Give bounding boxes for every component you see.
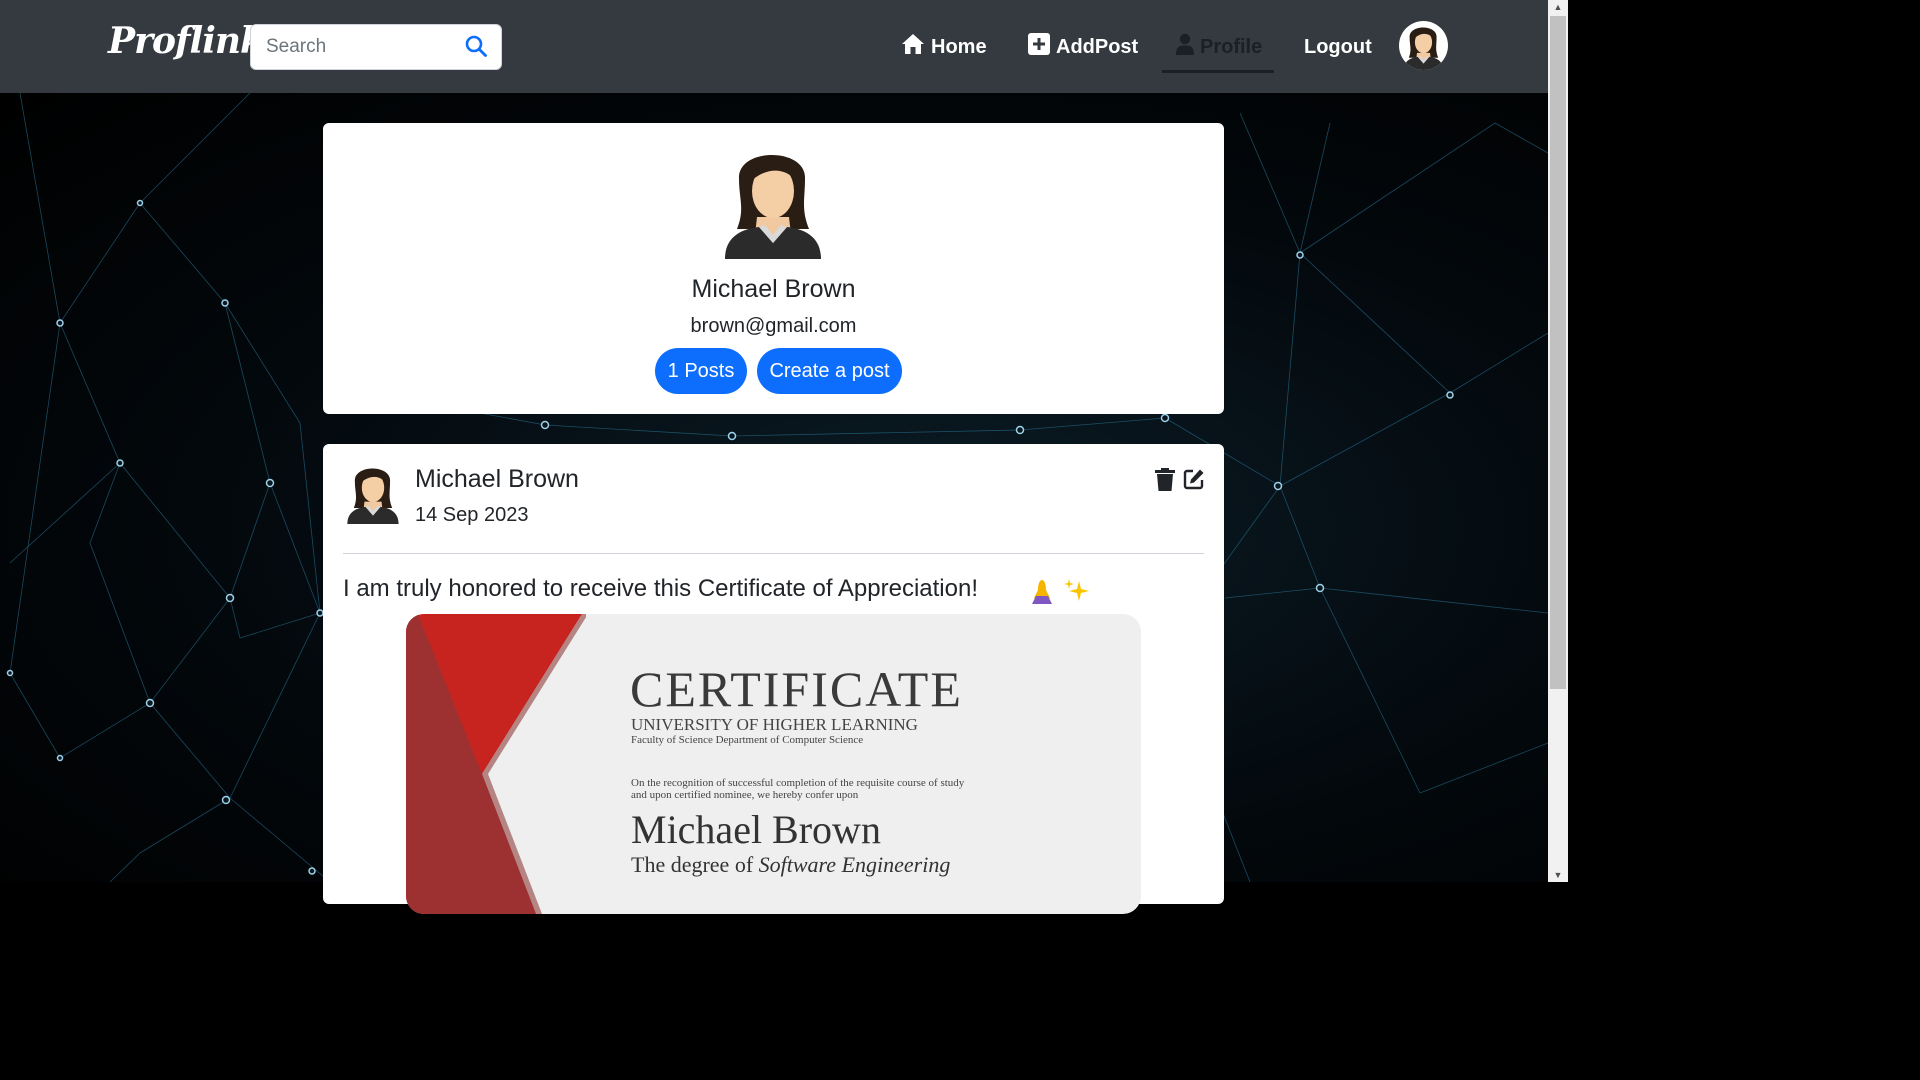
certificate-text-line-1: On the recognition of successful complet… [631, 777, 965, 789]
user-icon [1176, 33, 1194, 61]
certificate-university: UNIVERSITY OF HIGHER LEARNING [631, 715, 918, 734]
post-text: I am truly honored to receive this Certi… [343, 575, 978, 602]
profile-name: Michael Brown [691, 275, 856, 303]
certificate-text-line-2: and upon certified nominee, we hereby co… [631, 789, 859, 801]
search-icon[interactable] [464, 34, 490, 60]
search-input[interactable] [251, 25, 466, 69]
certificate-degree-prefix: The degree of [631, 852, 754, 877]
create-post-button[interactable]: Create a post [757, 348, 902, 394]
nav-logout-label: Logout [1304, 35, 1372, 58]
scroll-up-arrow-icon[interactable]: ▲ [1548, 0, 1568, 14]
nav-avatar[interactable] [1399, 21, 1448, 70]
trash-icon[interactable] [1155, 468, 1175, 496]
certificate-degree: The degree of Software Engineering [631, 852, 950, 878]
nav-add-post[interactable]: AddPost [1028, 30, 1138, 64]
scroll-down-arrow-icon[interactable]: ▼ [1548, 868, 1568, 882]
nav-add-post-label: AddPost [1056, 35, 1139, 58]
post-divider [343, 553, 1204, 554]
page-scrollbar[interactable]: ▲ ▼ [1548, 0, 1568, 882]
certificate-title: CERTIFICATE [630, 661, 963, 717]
post-author-name[interactable]: Michael Brown [415, 465, 579, 494]
scroll-thumb[interactable] [1550, 16, 1566, 689]
top-navbar: Proflink Home AddPost Profile Logout [0, 0, 1548, 93]
home-icon [901, 33, 925, 61]
post-certificate-image[interactable]: CERTIFICATE UNIVERSITY OF HIGHER LEARNIN… [406, 614, 1141, 914]
nav-logout[interactable]: Logout [1304, 30, 1372, 64]
nav-active-indicator [1162, 70, 1274, 73]
nav-profile-label: Profile [1200, 35, 1263, 58]
brand-logo[interactable]: Proflink [108, 20, 265, 62]
nav-home[interactable]: Home [901, 30, 987, 64]
sparkles-emoji-icon [1063, 577, 1091, 610]
certificate-faculty: Faculty of Science Department of Compute… [631, 734, 864, 746]
edit-icon[interactable] [1183, 468, 1205, 496]
plus-square-icon [1028, 33, 1050, 61]
praying-hands-emoji-icon [1030, 578, 1054, 609]
certificate-recipient: Michael Brown [631, 807, 881, 852]
post-author-avatar[interactable] [344, 460, 402, 524]
certificate-degree-name: Software Engineering [758, 852, 951, 877]
nav-home-label: Home [931, 35, 987, 58]
nav-profile[interactable]: Profile [1176, 30, 1262, 64]
post-actions [1155, 468, 1205, 496]
posts-count-button[interactable]: 1 Posts [655, 348, 747, 394]
post-date: 14 Sep 2023 [415, 504, 529, 526]
profile-avatar [719, 139, 827, 259]
profile-email: brown@gmail.com [690, 315, 857, 337]
certificate-red-ribbon [406, 614, 586, 914]
